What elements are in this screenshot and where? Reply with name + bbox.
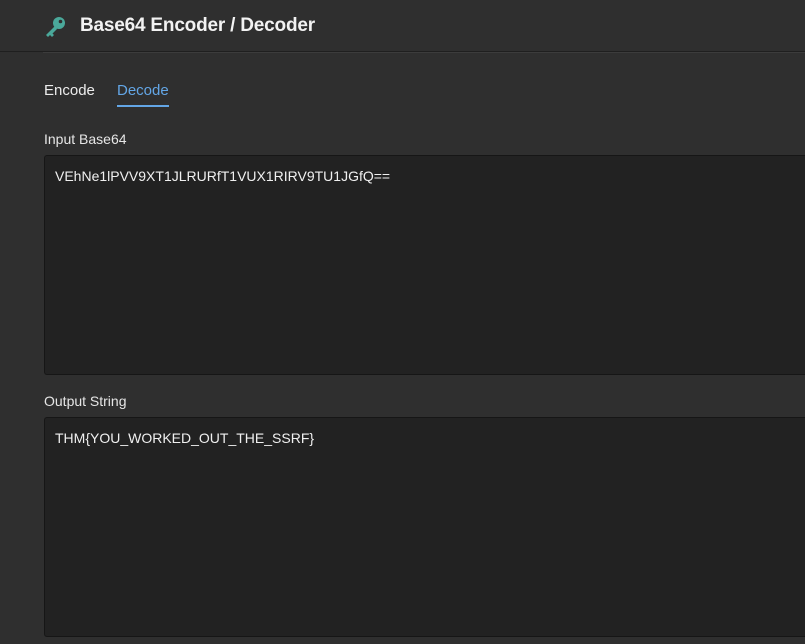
tab-decode[interactable]: Decode xyxy=(117,82,169,107)
header-divider xyxy=(43,52,805,53)
output-string-field[interactable]: THM{YOU_WORKED_OUT_THE_SSRF} xyxy=(44,417,805,637)
base64-input[interactable]: VEhNe1lPVV9XT1JLRURfT1VUX1RIRV9TU1JGfQ== xyxy=(44,155,805,375)
app-header: Base64 Encoder / Decoder xyxy=(0,0,805,52)
key-icon xyxy=(43,16,67,38)
tab-encode[interactable]: Encode xyxy=(44,82,95,105)
page-title: Base64 Encoder / Decoder xyxy=(80,15,315,36)
input-label: Input Base64 xyxy=(44,131,127,147)
output-label: Output String xyxy=(44,393,127,409)
